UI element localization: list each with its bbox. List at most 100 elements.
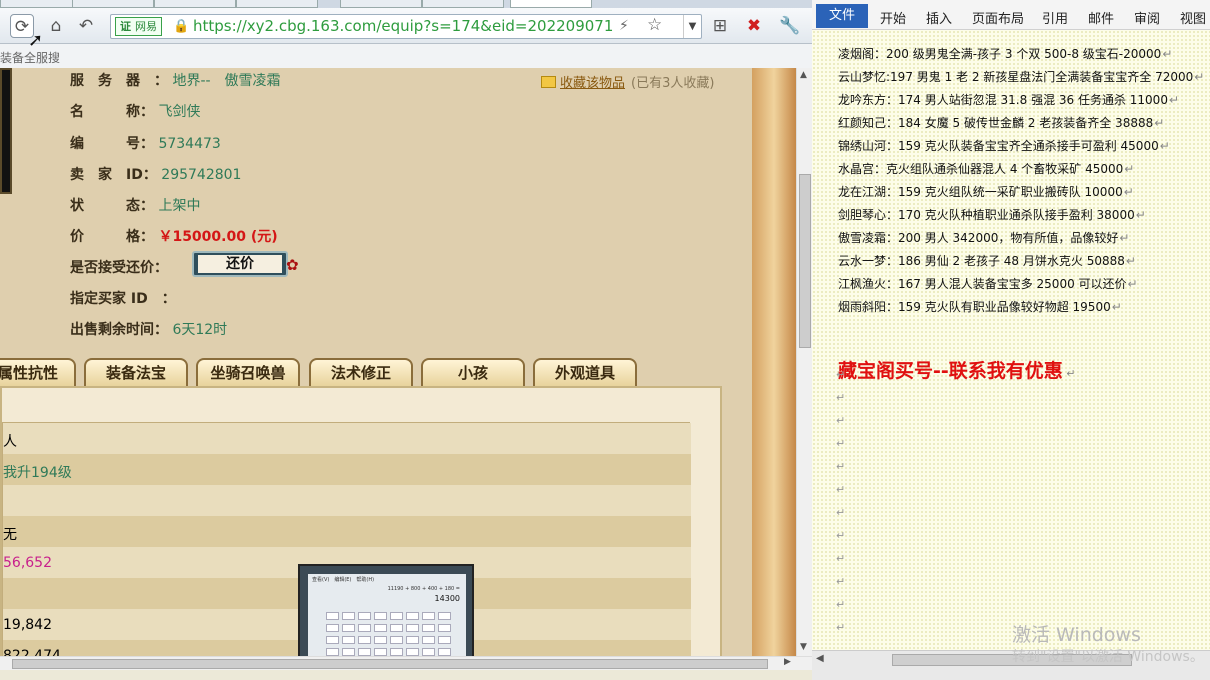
calculator-key[interactable] [374, 636, 387, 644]
server-row: 服 务 器 ： 地界-- 傲雪凌霜 [70, 73, 281, 89]
tab-children[interactable]: 小孩 [421, 358, 525, 386]
calculator-key[interactable] [390, 636, 403, 644]
document-line: 红颜知己：184 女魔 5 破传世金麟 2 老孩装备齐全 38888↵ [838, 116, 1165, 130]
calculator-result: 14300 [434, 594, 460, 603]
address-bar[interactable]: 证网易 🔒 https://xy2.cbg.163.com/equip?s=17… [110, 14, 702, 39]
status-row: 状 态： 上架中 [70, 198, 201, 214]
browser-tab[interactable] [422, 0, 504, 8]
browser-tab[interactable] [154, 0, 236, 8]
document-line: 锦绣山河：159 克火队装备宝宝齐全通杀接手可盈利 45000↵ [838, 139, 1170, 153]
tab-references[interactable]: 引用 [1042, 8, 1068, 27]
calculator-key[interactable] [390, 624, 403, 632]
mouse-cursor-icon: ➚ [28, 30, 44, 51]
document-line: 江枫渔火：167 男人混人装备宝宝多 25000 可以还价↵ [838, 277, 1138, 291]
url-text[interactable]: https://xy2.cbg.163.com/equip?s=174&eid=… [193, 15, 613, 38]
tab-appearance[interactable]: 外观道具 [533, 358, 637, 386]
paragraph-mark-icon: ↵ [836, 575, 846, 588]
chevron-down-icon[interactable]: ▼ [683, 15, 701, 38]
calculator-key[interactable] [342, 624, 355, 632]
undo-icon[interactable]: ↶ [74, 14, 98, 38]
calculator-key[interactable] [326, 612, 339, 620]
scrollbar-thumb[interactable] [12, 659, 768, 669]
grid-icon[interactable]: ⊞ [708, 14, 732, 38]
tab-page-layout[interactable]: 页面布局 [972, 8, 1024, 27]
calculator-menu[interactable]: 查看(V) 编辑(E) 帮助(H) [312, 576, 374, 583]
calculator-key[interactable] [358, 648, 371, 656]
calculator-key[interactable] [438, 624, 451, 632]
calculator-key[interactable] [326, 636, 339, 644]
document-line: 龙在江湖：159 克火组队统一采矿职业搬砖队 10000↵ [838, 185, 1134, 199]
document-line: 剑胆琴心：170 克火队种植职业通杀队接手盈利 38000↵ [838, 208, 1146, 222]
calculator-key[interactable] [390, 648, 403, 656]
browser-tab[interactable] [72, 0, 154, 8]
calculator-window[interactable]: 查看(V) 编辑(E) 帮助(H) 11190 + 800 + 400 + 18… [298, 564, 474, 656]
wrench-icon[interactable]: 🔧 [778, 14, 802, 38]
document-line: 烟雨斜阳：159 克火队有职业品像较好物超 19500↵ [838, 300, 1122, 314]
time-left-row: 出售剩余时间： 6天12时 [70, 322, 228, 338]
vertical-scrollbar[interactable] [796, 68, 812, 656]
gamepad-icon[interactable]: ✖ [742, 14, 766, 38]
paragraph-mark-icon: ↵ [836, 460, 846, 473]
star-icon[interactable]: ☆ [647, 14, 662, 37]
promo-text: 藏宝阁买号--联系我有优惠 ↵ [838, 360, 1076, 382]
tab-home[interactable]: 开始 [880, 8, 906, 27]
character-portrait [0, 68, 12, 194]
tab-attributes[interactable]: 属性抗性 [0, 358, 76, 386]
tab-insert[interactable]: 插入 [926, 8, 952, 27]
calculator-key[interactable] [422, 612, 435, 620]
calculator-key[interactable] [390, 612, 403, 620]
calculator-key[interactable] [358, 636, 371, 644]
calculator-key[interactable] [438, 636, 451, 644]
tab-equipment[interactable]: 装备法宝 [84, 358, 188, 386]
scroll-down-icon[interactable]: ▼ [800, 642, 807, 652]
lock-icon: 🔒 [173, 19, 190, 34]
tab-view[interactable]: 视图 [1180, 8, 1206, 27]
browser-tab[interactable] [340, 0, 422, 8]
calculator-key[interactable] [342, 648, 355, 656]
calculator-key[interactable] [326, 624, 339, 632]
calculator-key[interactable] [406, 612, 419, 620]
calculator-key[interactable] [342, 612, 355, 620]
bookmark-item[interactable]: 装备全服搜 [0, 49, 60, 66]
calculator-key[interactable] [406, 636, 419, 644]
calculator-key[interactable] [358, 612, 371, 620]
browser-tab[interactable] [236, 0, 318, 8]
tab-mailings[interactable]: 邮件 [1088, 8, 1114, 27]
lightning-icon[interactable]: ⚡ [619, 15, 629, 38]
document-line: 凌烟阁：200 级男鬼全满-孩子 3 个双 500-8 级宝石-20000↵ [838, 47, 1173, 61]
horizontal-scrollbar[interactable] [0, 656, 812, 670]
calculator-key[interactable] [342, 636, 355, 644]
calculator-key[interactable] [406, 624, 419, 632]
paragraph-mark-icon: ↵ [836, 368, 846, 381]
calculator-key[interactable] [406, 648, 419, 656]
table-row [3, 485, 691, 516]
calculator-key[interactable] [374, 624, 387, 632]
scroll-up-icon[interactable]: ▲ [800, 70, 807, 80]
paragraph-mark-icon: ↵ [836, 391, 846, 404]
tab-mounts-pets[interactable]: 坐骑召唤兽 [196, 358, 300, 386]
calculator-key[interactable] [438, 648, 451, 656]
paragraph-mark-icon: ↵ [836, 552, 846, 565]
calculator-key[interactable] [438, 612, 451, 620]
browser-tab-active[interactable] [510, 0, 592, 8]
scroll-right-icon[interactable]: ▶ [784, 657, 791, 667]
counter-offer-button[interactable]: 还价 [192, 251, 288, 277]
calculator-key[interactable] [358, 624, 371, 632]
calculator-key[interactable] [422, 624, 435, 632]
favorite-link[interactable]: 收藏该物品 (已有3人收藏) [541, 72, 714, 91]
calculator-key[interactable] [326, 648, 339, 656]
tab-review[interactable]: 审阅 [1134, 8, 1160, 27]
scrollbar-thumb[interactable] [799, 174, 811, 348]
calculator-key[interactable] [422, 648, 435, 656]
home-icon[interactable]: ⌂ [44, 14, 68, 38]
scroll-left-icon[interactable]: ◀ [816, 653, 824, 664]
tab-spell-mods[interactable]: 法术修正 [309, 358, 413, 386]
document-page[interactable]: 凌烟阁：200 级男鬼全满-孩子 3 个双 500-8 级宝石-20000↵ 云… [812, 30, 1210, 650]
tab-strip [0, 0, 812, 8]
tab-file[interactable]: 文件 [816, 4, 868, 28]
site-identity-badge[interactable]: 证网易 [115, 17, 162, 36]
calculator-key[interactable] [374, 648, 387, 656]
calculator-key[interactable] [422, 636, 435, 644]
browser-tab[interactable] [0, 0, 82, 8]
calculator-key[interactable] [374, 612, 387, 620]
